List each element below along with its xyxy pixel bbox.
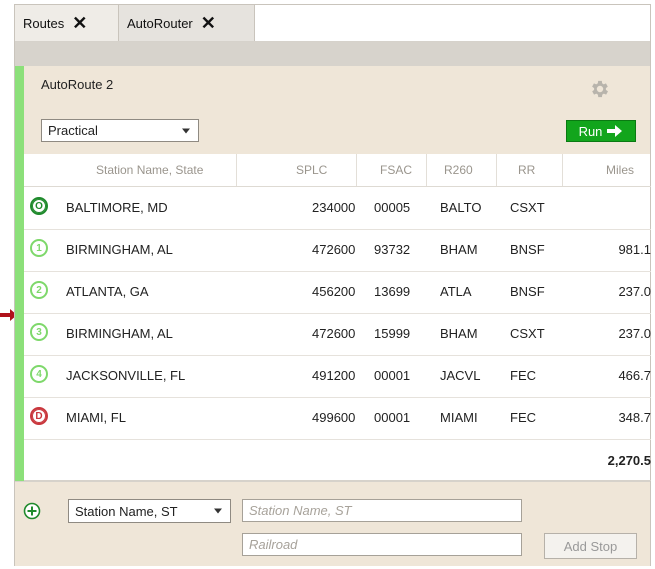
splc: 472600 [312, 242, 356, 257]
destination-badge: D [30, 407, 48, 425]
route-color-stripe [15, 66, 24, 542]
station-placeholder: Station Name, ST [249, 503, 352, 518]
arrow-right-icon [607, 125, 623, 137]
fsac: 00001 [374, 368, 411, 383]
col-fsac[interactable]: FSAC [380, 163, 412, 177]
col-station[interactable]: Station Name, State [96, 163, 203, 177]
r260: JACVL [440, 368, 481, 383]
splc: 234000 [312, 200, 356, 215]
railroad: BNSF [510, 242, 545, 257]
tab-autorouter[interactable]: AutoRouter ✕ [119, 5, 255, 41]
r260: BALTO [440, 200, 482, 215]
fsac: 00001 [374, 410, 411, 425]
search-type-value: Station Name, ST [75, 503, 178, 519]
station-name: BALTIMORE, MD [66, 200, 168, 215]
tab-routes-label: Routes [23, 15, 65, 31]
miles: 348.7 [618, 410, 651, 425]
station-name: JACKSONVILLE, FL [66, 368, 186, 383]
fsac: 15999 [374, 326, 411, 341]
close-icon[interactable]: ✕ [72, 13, 87, 34]
run-label: Run [578, 123, 603, 139]
fsac: 00005 [374, 200, 411, 215]
gear-icon[interactable] [589, 78, 611, 100]
total-miles: 2,270.5 [607, 453, 651, 468]
splc: 472600 [312, 326, 356, 341]
tab-routes[interactable]: Routes ✕ [15, 5, 119, 41]
chevron-down-icon [182, 128, 190, 133]
total-row: 2,270.5 [24, 440, 651, 481]
add-stop-button[interactable]: Add Stop [544, 533, 637, 559]
miles: 466.7 [618, 368, 651, 383]
add-stop-panel: Station Name, ST Station Name, ST Railro… [15, 481, 650, 566]
routes-panel: Routes ✕ AutoRouter ✕ AutoRoute 2 Practi… [14, 4, 651, 566]
miles: 981.1 [618, 242, 651, 257]
railroad: BNSF [510, 284, 545, 299]
station-name: MIAMI, FL [66, 410, 126, 425]
station-search-input[interactable]: Station Name, ST [242, 499, 522, 522]
table-row[interactable]: 4 JACKSONVILLE, FL 491200 00001 JACVL FE… [24, 355, 651, 398]
toolbar-strip [15, 42, 650, 66]
station-name: BIRMINGHAM, AL [66, 242, 173, 257]
fsac: 93732 [374, 242, 411, 257]
railroad: CSXT [510, 200, 545, 215]
r260: BHAM [440, 242, 478, 257]
railroad: FEC [510, 368, 536, 383]
stop-badge: 4 [30, 365, 48, 383]
railroad: CSXT [510, 326, 545, 341]
fsac: 13699 [374, 284, 411, 299]
table-row[interactable]: 3 BIRMINGHAM, AL 472600 15999 BHAM CSXT … [24, 313, 651, 356]
railroad-placeholder: Railroad [249, 537, 298, 552]
col-rr[interactable]: RR [518, 163, 535, 177]
splc: 491200 [312, 368, 356, 383]
routing-type-value: Practical [48, 123, 98, 138]
stop-badge: 2 [30, 281, 48, 299]
col-miles[interactable]: Miles [606, 163, 634, 177]
railroad: FEC [510, 410, 536, 425]
run-button[interactable]: Run [566, 120, 636, 142]
table-row[interactable]: D MIAMI, FL 499600 00001 MIAMI FEC 348.7 [24, 397, 651, 440]
table-row[interactable]: O BALTIMORE, MD 234000 00005 BALTO CSXT [24, 187, 651, 230]
splc: 456200 [312, 284, 356, 299]
chevron-down-icon [214, 508, 222, 514]
stop-badge: 1 [30, 239, 48, 257]
routing-type-select[interactable]: Practical [41, 119, 199, 142]
table-header: Station Name, State SPLC FSAC R260 RR Mi… [24, 154, 651, 187]
plus-circle-icon[interactable] [23, 502, 41, 520]
miles: 237.0 [618, 326, 651, 341]
railroad-input[interactable]: Railroad [242, 533, 522, 556]
r260: ATLA [440, 284, 472, 299]
tab-bar: Routes ✕ AutoRouter ✕ [15, 5, 650, 42]
col-splc[interactable]: SPLC [296, 163, 327, 177]
search-type-select[interactable]: Station Name, ST [68, 499, 231, 523]
r260: MIAMI [440, 410, 478, 425]
table-row[interactable]: 2 ATLANTA, GA 456200 13699 ATLA BNSF 237… [24, 271, 651, 314]
splc: 499600 [312, 410, 356, 425]
table-row[interactable]: 1 BIRMINGHAM, AL 472600 93732 BHAM BNSF … [24, 229, 651, 272]
r260: BHAM [440, 326, 478, 341]
miles: 237.0 [618, 284, 651, 299]
station-name: ATLANTA, GA [66, 284, 149, 299]
close-icon[interactable]: ✕ [201, 13, 216, 34]
station-name: BIRMINGHAM, AL [66, 326, 173, 341]
origin-badge: O [30, 197, 48, 215]
route-name: AutoRoute 2 [41, 77, 114, 92]
stop-badge: 3 [30, 323, 48, 341]
tab-autorouter-label: AutoRouter [127, 15, 193, 31]
col-r260[interactable]: R260 [444, 163, 473, 177]
add-stop-label: Add Stop [563, 538, 618, 554]
